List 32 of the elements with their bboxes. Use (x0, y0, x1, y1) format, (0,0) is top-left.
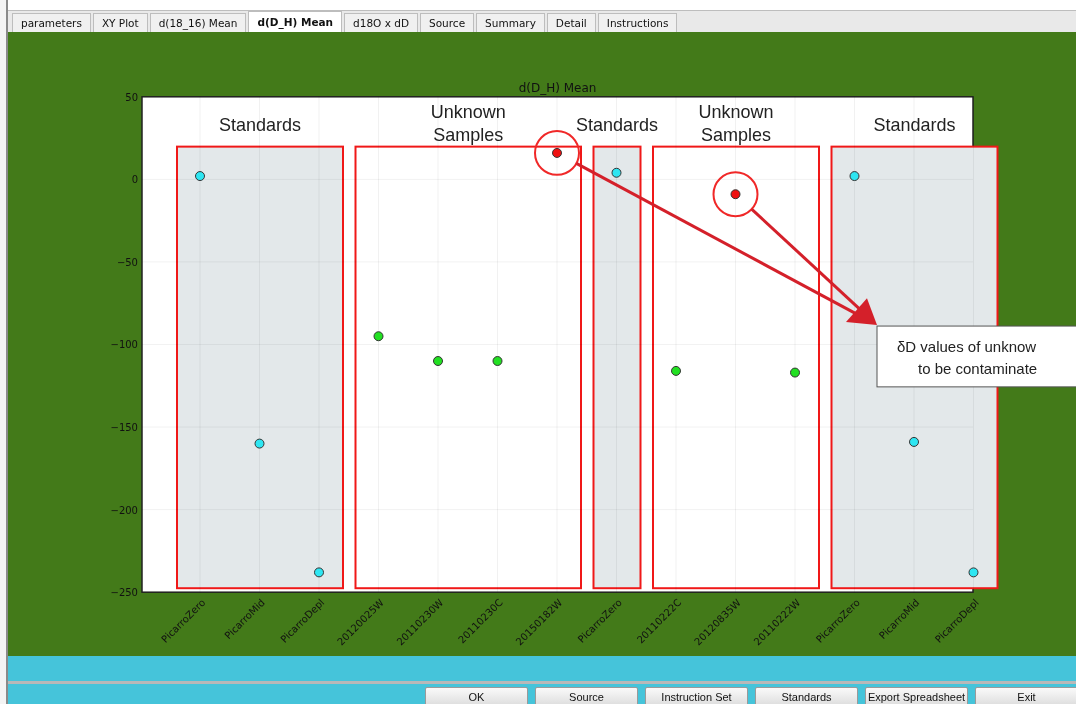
y-tick-label: −250 (110, 587, 138, 599)
tab[interactable]: d18O x dD (344, 13, 419, 32)
tab[interactable]: parameters (12, 13, 91, 32)
tab[interactable]: d(18_16) Mean (149, 13, 247, 32)
y-tick-label: 0 (131, 174, 138, 186)
highlight-ring (712, 171, 759, 218)
tab[interactable]: Summary (476, 13, 545, 32)
action-button[interactable]: Standards (755, 687, 858, 704)
tab[interactable]: Instructions (597, 13, 678, 32)
action-button[interactable]: Source (535, 687, 638, 704)
action-button[interactable]: Instruction Set (645, 687, 748, 704)
tab[interactable]: XY Plot (92, 13, 148, 32)
tab[interactable]: d(D_H) Mean (248, 11, 343, 32)
tab[interactable]: Detail (546, 13, 596, 32)
group-label: Standards (873, 114, 956, 135)
y-tick-label: −200 (110, 504, 138, 516)
action-button[interactable]: OK (425, 687, 528, 704)
callout-text: to be contaminate (918, 359, 1038, 377)
tab[interactable]: Source (420, 13, 475, 32)
group-label: Unknown Samples (430, 101, 506, 145)
group-label: Standards (218, 114, 302, 135)
callout-text: δD values of unknow (897, 338, 1037, 355)
chart-title: d(D_H) Mean (518, 80, 597, 95)
y-tick-label: 50 (125, 91, 138, 103)
action-button[interactable]: Exit (975, 687, 1076, 704)
y-tick-label: −100 (110, 339, 138, 351)
action-button[interactable]: Export Spreadsheet (865, 687, 968, 704)
group-label: Unknown Samples (698, 101, 774, 145)
y-tick-label: −50 (116, 256, 138, 268)
highlight-ring (534, 130, 580, 176)
group-label: Standards (575, 114, 659, 135)
y-tick-label: −150 (110, 422, 138, 434)
